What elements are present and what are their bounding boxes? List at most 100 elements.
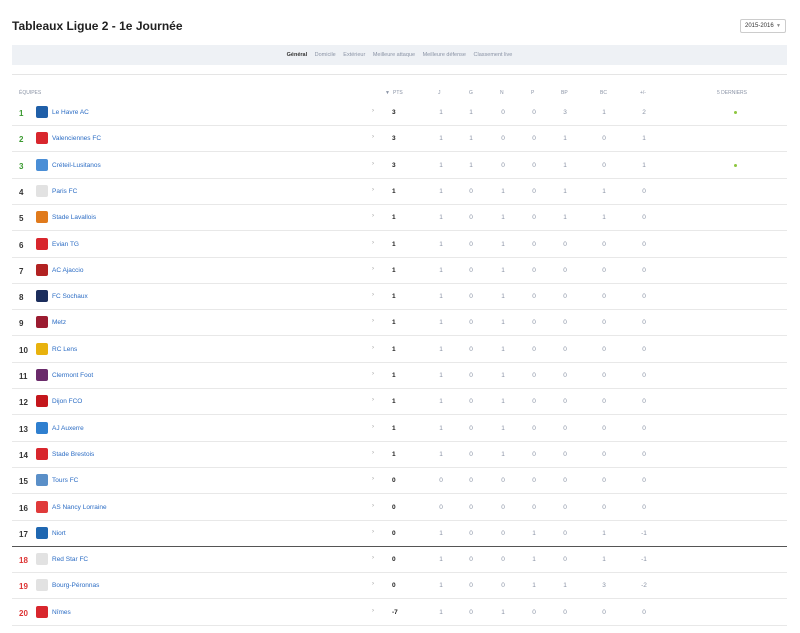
team-link[interactable]: Red Star FC — [52, 556, 88, 563]
rank: 19 — [19, 582, 28, 592]
table-row[interactable]: 5 Stade Lavallois › 1 1 0 1 0 1 1 0 — [12, 205, 787, 232]
goals-for: 0 — [563, 556, 567, 564]
team-link[interactable]: Tours FC — [52, 477, 78, 484]
table-row[interactable]: 3 Créteil-Lusitanos › 3 1 1 0 0 1 0 1 — [12, 153, 787, 179]
tab-general[interactable]: Général — [287, 52, 307, 58]
header-j[interactable]: J — [438, 90, 441, 96]
team-link[interactable]: Stade Brestois — [52, 451, 94, 458]
wins: 0 — [469, 556, 473, 564]
table-row[interactable]: 9 Metz › 1 1 0 1 0 0 0 0 — [12, 310, 787, 337]
losses: 0 — [532, 266, 536, 274]
losses: 0 — [532, 424, 536, 432]
header-pts[interactable]: PTS — [393, 90, 403, 96]
tab-exterieur[interactable]: Extérieur — [343, 52, 365, 58]
team-link[interactable]: Créteil-Lusitanos — [52, 162, 101, 169]
table-row[interactable]: 20 Nîmes › -7 1 0 1 0 0 0 0 — [12, 600, 787, 626]
played: 1 — [439, 187, 443, 195]
expand-arrow-icon[interactable]: › — [372, 581, 374, 587]
table-row[interactable]: 11 Clermont Foot › 1 1 0 1 0 0 0 0 — [12, 363, 787, 389]
tab-domicile[interactable]: Domicile — [315, 52, 336, 58]
table-row[interactable]: 4 Paris FC › 1 1 0 1 0 1 1 0 — [12, 179, 787, 205]
expand-arrow-icon[interactable]: › — [372, 213, 374, 219]
played: 1 — [439, 109, 443, 116]
expand-arrow-icon[interactable]: › — [372, 240, 374, 246]
tab-classement-live[interactable]: Classement live — [474, 52, 513, 58]
goals-for: 1 — [563, 161, 567, 169]
expand-arrow-icon[interactable]: › — [372, 266, 374, 272]
header-equipes: ÉQUIPES — [19, 90, 42, 96]
team-link[interactable]: Stade Lavallois — [52, 214, 96, 221]
wins: 0 — [469, 240, 473, 248]
season-select[interactable]: 2015-2016 ▼ — [740, 19, 786, 33]
points: 1 — [392, 319, 396, 327]
table-row[interactable]: 15 Tours FC › 0 0 0 0 0 0 0 0 — [12, 468, 787, 495]
team-link[interactable]: RC Lens — [52, 346, 77, 353]
table-row[interactable]: 13 AJ Auxerre › 1 1 0 1 0 0 0 0 — [12, 416, 787, 442]
team-link[interactable]: Clermont Foot — [52, 372, 93, 379]
expand-arrow-icon[interactable]: › — [372, 503, 374, 509]
expand-arrow-icon[interactable]: › — [372, 450, 374, 456]
draws: 1 — [501, 450, 505, 458]
expand-arrow-icon[interactable]: › — [372, 318, 374, 324]
expand-arrow-icon[interactable]: › — [372, 187, 374, 193]
expand-arrow-icon[interactable]: › — [372, 555, 374, 561]
expand-arrow-icon[interactable]: › — [372, 108, 374, 114]
losses: 0 — [532, 109, 536, 116]
losses: 0 — [532, 503, 536, 511]
goals-for: 0 — [563, 477, 567, 485]
draws: 0 — [501, 477, 505, 485]
header-diff[interactable]: +/- — [640, 90, 646, 96]
team-link[interactable]: Metz — [52, 319, 66, 326]
table-row[interactable]: 10 RC Lens › 1 1 0 1 0 0 0 0 — [12, 337, 787, 363]
header-bp[interactable]: BP — [561, 90, 568, 96]
team-link[interactable]: AS Nancy Lorraine — [52, 504, 107, 511]
team-link[interactable]: Le Havre AC — [52, 109, 89, 116]
tab-meilleure-attaque[interactable]: Meilleure attaque — [373, 52, 415, 58]
team-link[interactable]: Valenciennes FC — [52, 135, 101, 142]
goals-for: 0 — [563, 450, 567, 458]
team-link[interactable]: Nîmes — [52, 609, 71, 616]
losses: 0 — [532, 293, 536, 301]
expand-arrow-icon[interactable]: › — [372, 476, 374, 482]
table-row[interactable]: 6 Evian TG › 1 1 0 1 0 0 0 0 — [12, 232, 787, 258]
team-link[interactable]: Bourg-Péronnas — [52, 582, 99, 589]
expand-arrow-icon[interactable]: › — [372, 371, 374, 377]
expand-arrow-icon[interactable]: › — [372, 529, 374, 535]
table-row[interactable]: 14 Stade Brestois › 1 1 0 1 0 0 0 0 — [12, 442, 787, 468]
header-bc[interactable]: BC — [600, 90, 607, 96]
team-link[interactable]: FC Sochaux — [52, 293, 88, 300]
team-link[interactable]: Evian TG — [52, 241, 79, 248]
table-row[interactable]: 7 AC Ajaccio › 1 1 0 1 0 0 0 0 — [12, 258, 787, 284]
draws: 0 — [501, 556, 505, 564]
table-row[interactable]: 17 Niort › 0 1 0 0 1 0 1 -1 — [12, 521, 787, 547]
header-n[interactable]: N — [500, 90, 504, 96]
expand-arrow-icon[interactable]: › — [372, 397, 374, 403]
played: 1 — [439, 450, 443, 458]
expand-arrow-icon[interactable]: › — [372, 608, 374, 614]
wins: 0 — [469, 450, 473, 458]
tab-meilleure-defense[interactable]: Meilleure défense — [423, 52, 466, 58]
table-row[interactable]: 8 FC Sochaux › 1 1 0 1 0 0 0 0 — [12, 284, 787, 311]
team-link[interactable]: Dijon FCO — [52, 398, 82, 405]
header-g[interactable]: G — [469, 90, 473, 96]
sort-down-icon[interactable]: ▼ — [385, 90, 390, 96]
season-select-value: 2015-2016 — [745, 23, 774, 29]
table-row[interactable]: 2 Valenciennes FC › 3 1 1 0 0 1 0 1 — [12, 126, 787, 153]
header-p[interactable]: P — [531, 90, 534, 96]
expand-arrow-icon[interactable]: › — [372, 161, 374, 167]
expand-arrow-icon[interactable]: › — [372, 424, 374, 430]
expand-arrow-icon[interactable]: › — [372, 292, 374, 298]
team-link[interactable]: Paris FC — [52, 188, 77, 195]
team-link[interactable]: AC Ajaccio — [52, 267, 83, 274]
table-row[interactable]: 16 AS Nancy Lorraine › 0 0 0 0 0 0 0 0 — [12, 495, 787, 521]
team-link[interactable]: AJ Auxerre — [52, 425, 84, 432]
table-row[interactable]: 1 Le Havre AC › 3 1 1 0 0 3 1 2 — [12, 100, 787, 126]
expand-arrow-icon[interactable]: › — [372, 345, 374, 351]
goal-diff: 0 — [642, 345, 646, 353]
table-row[interactable]: 18 Red Star FC › 0 1 0 0 1 0 1 -1 — [12, 547, 787, 574]
table-row[interactable]: 19 Bourg-Péronnas › 0 1 0 0 1 1 3 -2 — [12, 573, 787, 600]
team-link[interactable]: Niort — [52, 530, 66, 537]
expand-arrow-icon[interactable]: › — [372, 134, 374, 140]
table-row[interactable]: 12 Dijon FCO › 1 1 0 1 0 0 0 0 — [12, 389, 787, 416]
rank: 12 — [19, 398, 28, 408]
